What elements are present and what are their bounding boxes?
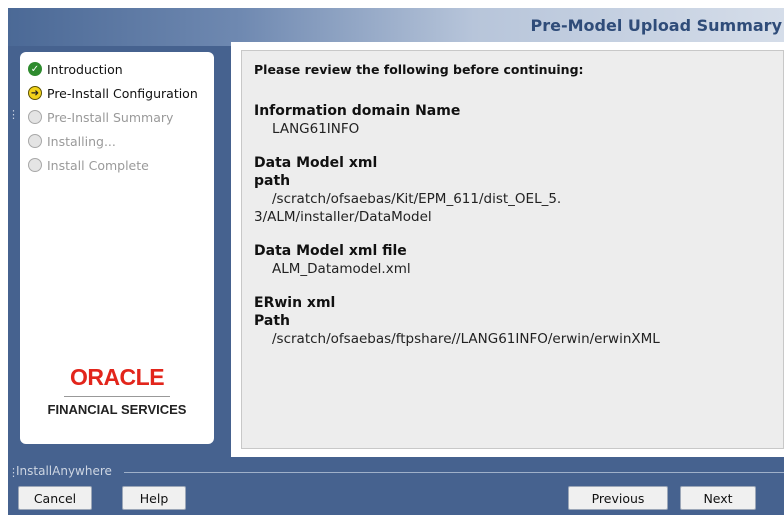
previous-button[interactable]: Previous [568,486,668,510]
step-label: Pre-Install Summary [47,109,174,125]
erwin-path-value: /scratch/ofsaebas/ftpshare//LANG61INFO/e… [272,331,660,347]
step-introduction: ✓ Introduction [28,60,123,78]
summary-heading: Please review the following before conti… [254,62,584,77]
oracle-logo: ORACLE [69,364,165,390]
pending-circle-icon [28,134,42,148]
erwin-label: ERwin xml [254,295,336,311]
logo-divider [64,396,170,397]
vendor-label: InstallAnywhere [16,464,112,478]
dm-xml-path-value: /scratch/ofsaebas/Kit/EPM_611/dist_OEL_5… [272,191,562,207]
window-title: Pre-Model Upload Summary [530,16,783,35]
step-pre-install-configuration: ➜ Pre-Install Configuration [28,84,198,102]
dm-xml-path-value-2: 3/ALM/installer/DataModel [254,209,432,225]
summary-panel: Please review the following before conti… [231,42,784,457]
dm-xml-path-label-2: path [254,173,291,189]
help-button[interactable]: Help [122,486,186,510]
dm-xml-path-label: Data Model xml [254,155,378,171]
arrow-right-icon: ➜ [28,86,42,100]
step-install-complete: Install Complete [28,156,149,174]
dm-xml-file-label: Data Model xml file [254,243,407,259]
summary-content[interactable]: Please review the following before conti… [241,50,784,449]
logo-tagline: FINANCIAL SERVICES [47,402,187,417]
step-installing: Installing... [28,132,116,150]
step-label: Install Complete [47,157,149,173]
erwin-label-2: Path [254,313,290,329]
pending-circle-icon [28,158,42,172]
footer-divider [124,472,784,473]
title-bar: Pre-Model Upload Summary [8,8,784,46]
step-label: Pre-Install Configuration [47,85,198,101]
dm-xml-file-value: ALM_Datamodel.xml [272,261,411,277]
info-domain-value: LANG61INFO [272,121,360,137]
next-button[interactable]: Next [680,486,756,510]
installer-window: Pre-Model Upload Summary ⋮ ✓ Introductio… [8,8,784,515]
pending-circle-icon [28,110,42,124]
step-label: Installing... [47,133,116,149]
check-icon: ✓ [28,62,42,76]
info-domain-label: Information domain Name [254,103,461,119]
steps-panel: ✓ Introduction ➜ Pre-Install Configurati… [20,52,214,444]
divider-grip: ⋮ [8,108,19,121]
step-pre-install-summary: Pre-Install Summary [28,108,173,126]
cancel-button[interactable]: Cancel [18,486,92,510]
step-label: Introduction [47,61,123,77]
